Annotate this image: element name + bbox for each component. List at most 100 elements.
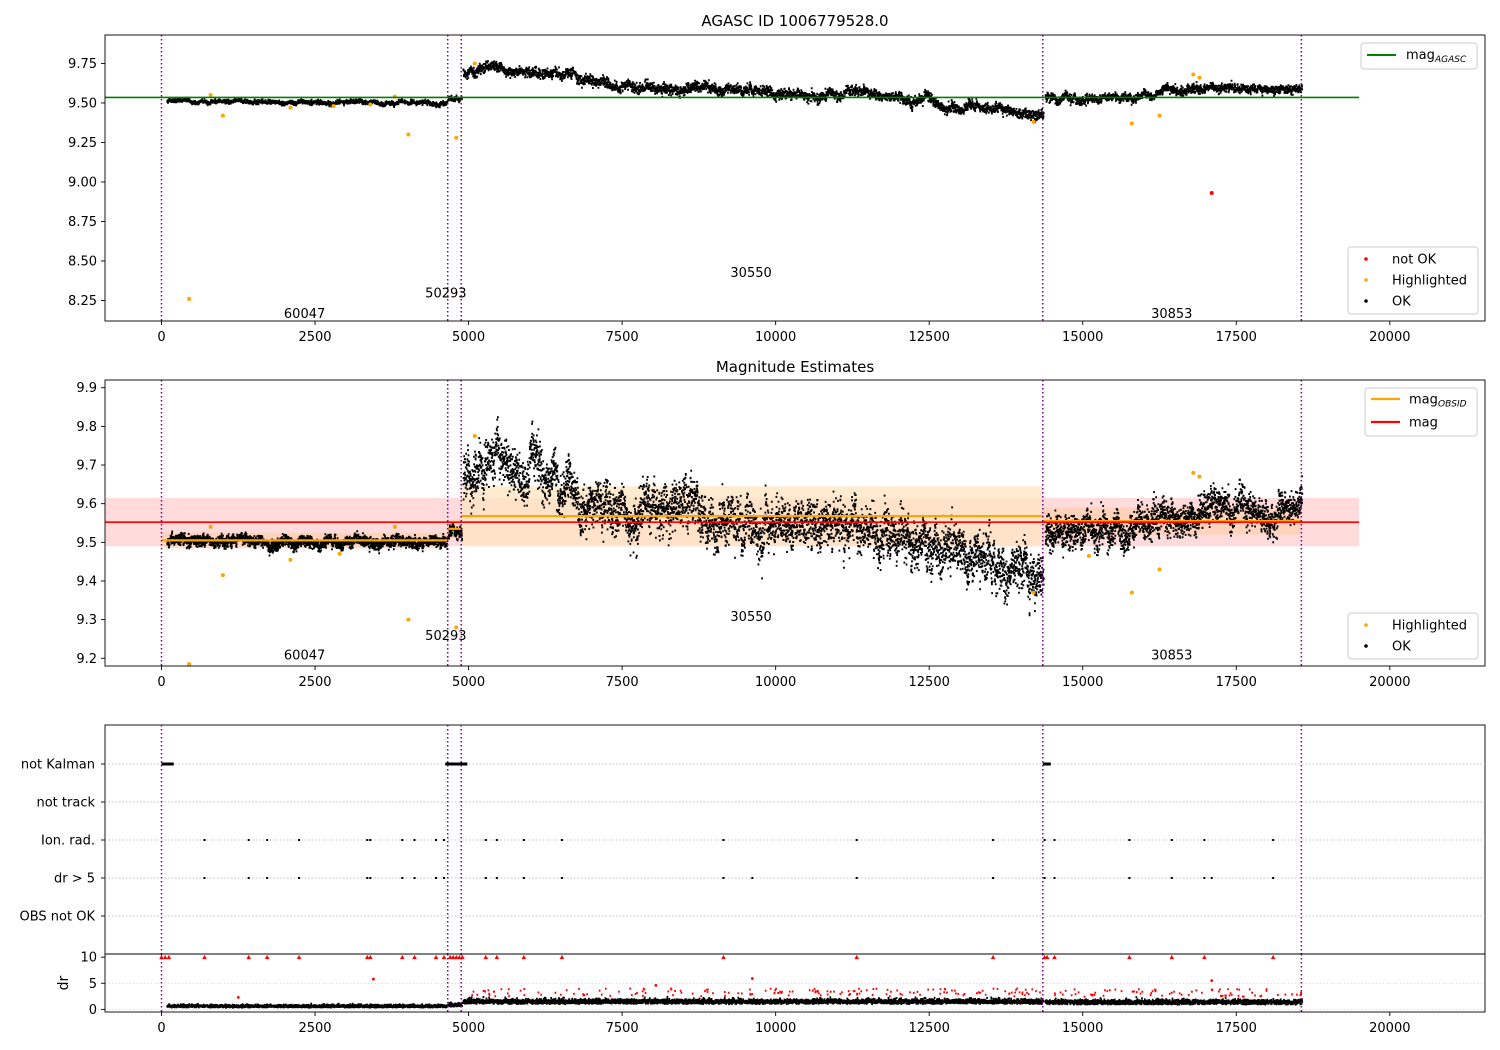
highlighted-point — [1031, 119, 1036, 124]
highlighted-point — [472, 61, 477, 66]
x-tick-label: 17500 — [1216, 1021, 1257, 1036]
dr-clipped-marker — [246, 954, 252, 960]
category-label: OBS not OK — [20, 910, 96, 925]
legend-label: OK — [1392, 295, 1411, 310]
legend-marker — [1364, 278, 1368, 282]
flag-point — [751, 877, 754, 879]
flag-point — [401, 839, 404, 841]
legend-label: mag — [1409, 416, 1438, 431]
legend-subscript: OBSID — [1438, 400, 1467, 410]
flag-point — [413, 877, 416, 879]
flag-point — [443, 877, 446, 879]
dr-clipped-marker — [521, 954, 527, 960]
y-tick-label: 8.25 — [68, 294, 97, 309]
highlighted-point — [1197, 75, 1202, 80]
highlighted-point — [288, 105, 293, 110]
magnitude-estimates-panel: Magnitude Estimates 0 2500 5000 7500 10000 12… — [76, 358, 1486, 690]
flag-point — [1128, 877, 1131, 879]
y-tick-label: 9.7 — [76, 459, 97, 474]
obsid-label: 30550 — [730, 610, 771, 625]
flag-point — [298, 839, 301, 841]
x-tick-label: 20000 — [1369, 675, 1410, 690]
legend-marker — [1364, 299, 1368, 303]
legend-marker — [1364, 623, 1368, 627]
y-tick-label: 5 — [89, 977, 97, 992]
flag-point — [855, 839, 858, 841]
dr-outlier-point — [1210, 979, 1214, 983]
flag-point — [992, 839, 995, 841]
dr-clipped-marker — [441, 954, 447, 960]
highlighted-point — [1191, 470, 1196, 475]
category-label: Ion. rad. — [41, 834, 95, 849]
x-tick-label: 0 — [157, 675, 165, 690]
y-tick-label: 9.8 — [76, 420, 97, 435]
dr-axis-label: dr — [56, 975, 72, 990]
y-tick-label: 9.25 — [68, 136, 97, 151]
flag-point — [484, 839, 487, 841]
x-tick-label: 17500 — [1216, 330, 1257, 345]
ok-points — [1044, 79, 1304, 107]
flag-point — [1272, 839, 1275, 841]
panel-1-legend-bottom: not OK Highlighted OK — [1347, 246, 1479, 315]
highlighted-point — [1157, 113, 1162, 118]
x-tick-label: 17500 — [1216, 675, 1257, 690]
highlighted-point — [187, 296, 192, 301]
highlighted-point — [288, 557, 293, 562]
panel-3-axes: not Kalman not track Ion. rad. dr > 5 OBS no… — [20, 758, 105, 925]
dr-clipped-marker — [559, 954, 565, 960]
highlighted-point — [337, 551, 342, 556]
flag-point — [266, 839, 269, 841]
highlighted-point — [454, 135, 459, 140]
y-tick-label: 0 — [89, 1003, 97, 1018]
flag-point — [1170, 877, 1173, 879]
flag-point — [484, 877, 487, 879]
legend-marker — [1364, 257, 1368, 261]
x-tick-label: 5000 — [452, 675, 485, 690]
highlighted-point — [392, 524, 397, 529]
panel-1-data: 60047 50293 30550 30853 — [104, 34, 1486, 322]
flag-point — [413, 839, 416, 841]
y-tick-label: 8.50 — [68, 254, 97, 269]
axes-frame — [104, 34, 1486, 322]
category-label: dr > 5 — [54, 872, 95, 887]
panel-1-title: AGASC ID 1006779528.0 — [701, 12, 888, 30]
highlighted-point — [472, 434, 477, 439]
obsid-label: 60047 — [284, 648, 325, 663]
dr-clipped-marker — [368, 954, 373, 960]
flag-point — [401, 877, 404, 879]
category-label: not Kalman — [21, 758, 95, 773]
ok-points — [166, 96, 449, 109]
flag-point — [1210, 877, 1213, 879]
highlighted-point — [1197, 474, 1202, 479]
highlighted-point — [1129, 590, 1134, 595]
obsid-label: 50293 — [425, 629, 466, 644]
flag-point — [495, 877, 498, 879]
flag-point — [1203, 877, 1206, 879]
y-tick-label: 9.2 — [76, 652, 97, 667]
x-tick-label: 15000 — [1062, 1021, 1103, 1036]
legend-label: OK — [1392, 640, 1411, 655]
flag-point — [1272, 877, 1275, 879]
flag-point — [1053, 877, 1056, 879]
dr-clipped-marker — [399, 954, 405, 960]
y-tick-label: 9.9 — [76, 381, 97, 396]
dr-clipped-marker — [721, 954, 726, 960]
dr-clipped-marker — [483, 954, 489, 960]
dr-clipped-marker — [166, 954, 172, 960]
flag-point — [366, 839, 369, 841]
dr-clipped-marker — [162, 954, 168, 960]
dr-ok-points — [166, 995, 1304, 1009]
dr-clipped-marker — [494, 954, 500, 960]
highlighted-point — [220, 113, 225, 118]
dr-clipped-marker — [433, 954, 439, 960]
flag-point — [1203, 839, 1206, 841]
dr-flagged-points — [471, 987, 1303, 998]
ok-points — [462, 60, 1045, 123]
dr-clipped-marker — [1052, 954, 1057, 960]
legend-marker — [1364, 644, 1368, 648]
legend-subscript-agasc: AGASC — [1434, 55, 1467, 65]
dr-clipped-marker — [264, 954, 270, 960]
figure: AGASC ID 1006779528.0 0 2500 5000 7500 10000… — [20, 12, 1486, 1036]
dr-clipped-marker — [1127, 954, 1132, 960]
panel-2-legend-top: mag OBSIDmag — [1364, 387, 1478, 437]
